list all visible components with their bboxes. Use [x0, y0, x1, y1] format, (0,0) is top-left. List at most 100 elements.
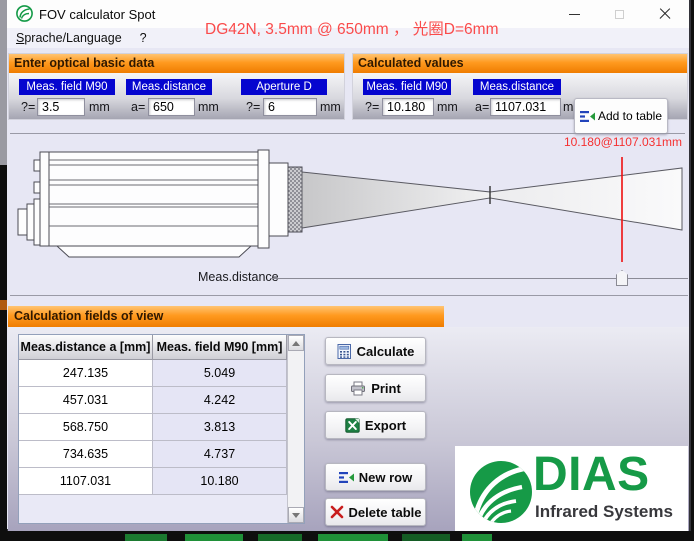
- aperture-input[interactable]: 6: [263, 98, 317, 116]
- new-row-label: New row: [359, 470, 412, 485]
- window-title: FOV calculator Spot: [39, 7, 155, 22]
- calculated-group-body: Meas. field M90 ?= 10.180 mm Meas.distan…: [353, 73, 687, 119]
- add-to-table-label: Add to table: [598, 109, 662, 123]
- table-row: 1107.031 10.180: [19, 468, 304, 495]
- camera-drawing: [18, 150, 302, 257]
- cell-distance[interactable]: 1107.031: [19, 468, 153, 495]
- field-label-aperture: Aperture D: [241, 79, 327, 95]
- separator-line: [10, 295, 688, 296]
- add-row-icon: [339, 470, 354, 485]
- distance-marker-label: 10.180@1107.031mm: [500, 135, 682, 149]
- app-window: FOV calculator Spot Sprache/Language ? D…: [7, 0, 691, 531]
- input-group: Enter optical basic data Meas. field M90…: [8, 53, 345, 120]
- fov-section-title: Calculation fields of view: [8, 306, 444, 327]
- field-prefix: ?=: [365, 100, 379, 114]
- field-label-meas-field: Meas. field M90: [19, 79, 115, 95]
- column-header-field[interactable]: Meas. field M90 [mm]: [153, 335, 287, 360]
- maximize-button[interactable]: [597, 0, 642, 28]
- print-button[interactable]: Print: [325, 374, 426, 402]
- calc-meas-distance-output[interactable]: 1107.031: [490, 98, 561, 116]
- cell-field[interactable]: 10.180: [153, 468, 287, 495]
- fov-table: Meas.distance a [mm] Meas. field M90 [mm…: [18, 334, 305, 524]
- cell-distance[interactable]: 457.031: [19, 387, 153, 414]
- field-unit: mm: [89, 100, 110, 114]
- app-logo-icon: [16, 5, 33, 22]
- scroll-down-button[interactable]: [288, 507, 304, 523]
- meas-distance-input[interactable]: 650: [148, 98, 195, 116]
- field-prefix: a=: [475, 100, 489, 114]
- field-label-meas-field: Meas. field M90: [363, 79, 451, 95]
- cell-distance[interactable]: 568.750: [19, 414, 153, 441]
- maximize-icon: [615, 10, 624, 19]
- brand-tagline: Infrared Systems: [535, 502, 673, 522]
- field-label-meas-distance: Meas.distance: [126, 79, 212, 95]
- calculate-button[interactable]: Calculate: [325, 337, 426, 365]
- menu-item-language[interactable]: Sprache/Language: [7, 29, 131, 47]
- field-prefix: ?=: [246, 100, 260, 114]
- calculated-group-title: Calculated values: [353, 54, 687, 73]
- table-row: 734.635 4.737: [19, 441, 304, 468]
- input-group-title: Enter optical basic data: [9, 54, 344, 73]
- lens-configuration-note: DG42N, 3.5mm @ 650mm ， 光圈D=6mm: [205, 17, 499, 39]
- calculator-icon: [337, 344, 352, 359]
- meas-field-input[interactable]: 3.5: [37, 98, 85, 116]
- close-icon: [659, 8, 671, 20]
- scroll-up-button[interactable]: [288, 335, 304, 351]
- background-window-fragment: [258, 534, 302, 541]
- print-label: Print: [371, 381, 401, 396]
- close-button[interactable]: [642, 0, 687, 28]
- table-row: 457.031 4.242: [19, 387, 304, 414]
- fov-diagram: [7, 133, 691, 293]
- cell-field[interactable]: 4.242: [153, 387, 287, 414]
- arrow-down-icon: [292, 513, 300, 518]
- cell-field[interactable]: 5.049: [153, 360, 287, 387]
- background-window-fragment: [185, 534, 243, 541]
- background-window-fragment: [0, 0, 7, 165]
- table-row: 247.135 5.049: [19, 360, 304, 387]
- field-prefix: ?=: [21, 100, 35, 114]
- beam-diverging: [490, 168, 682, 230]
- new-row-button[interactable]: New row: [325, 463, 426, 491]
- add-row-icon: [580, 109, 595, 124]
- beam-converging: [302, 172, 490, 228]
- window-controls: [552, 0, 687, 28]
- slider-label: Meas.distance: [198, 270, 279, 284]
- dias-logo-icon: [468, 458, 534, 526]
- arrow-up-icon: [292, 341, 300, 346]
- menu-item-help[interactable]: ?: [131, 29, 156, 47]
- minimize-icon: [569, 14, 580, 15]
- minimize-button[interactable]: [552, 0, 597, 28]
- column-header-distance[interactable]: Meas.distance a [mm]: [19, 335, 153, 360]
- cell-field[interactable]: 4.737: [153, 441, 287, 468]
- delete-table-button[interactable]: Delete table: [325, 498, 426, 526]
- brand-logo: DIAS Infrared Systems: [455, 446, 688, 531]
- input-group-body: Meas. field M90 ?= 3.5 mm Meas.distance …: [9, 73, 344, 119]
- field-unit: mm: [198, 100, 219, 114]
- add-to-table-button[interactable]: Add to table: [574, 98, 668, 134]
- printer-icon: [350, 381, 366, 396]
- delete-table-label: Delete table: [349, 505, 422, 520]
- export-button[interactable]: Export: [325, 411, 426, 439]
- background-window-fragment: [125, 534, 167, 541]
- field-unit: mm: [437, 100, 458, 114]
- table-row: 568.750 3.813: [19, 414, 304, 441]
- background-window-fragment: [0, 300, 7, 310]
- delete-icon: [330, 505, 344, 519]
- table-scrollbar[interactable]: [287, 335, 304, 523]
- calc-meas-field-output[interactable]: 10.180: [382, 98, 434, 116]
- calculated-group: Calculated values Meas. field M90 ?= 10.…: [352, 53, 688, 120]
- cell-distance[interactable]: 247.135: [19, 360, 153, 387]
- field-unit: mm: [320, 100, 341, 114]
- field-label-meas-distance: Meas.distance: [473, 79, 561, 95]
- export-label: Export: [365, 418, 406, 433]
- background-window-fragment: [318, 534, 388, 541]
- calculate-label: Calculate: [357, 344, 415, 359]
- background-window-fragment: [462, 534, 492, 541]
- brand-name: DIAS: [533, 453, 650, 497]
- field-prefix: a=: [131, 100, 145, 114]
- table-header-row: Meas.distance a [mm] Meas. field M90 [mm…: [19, 335, 304, 360]
- cell-distance[interactable]: 734.635: [19, 441, 153, 468]
- cell-field[interactable]: 3.813: [153, 414, 287, 441]
- screen: FOV calculator Spot Sprache/Language ? D…: [0, 0, 694, 541]
- excel-export-icon: [345, 418, 360, 433]
